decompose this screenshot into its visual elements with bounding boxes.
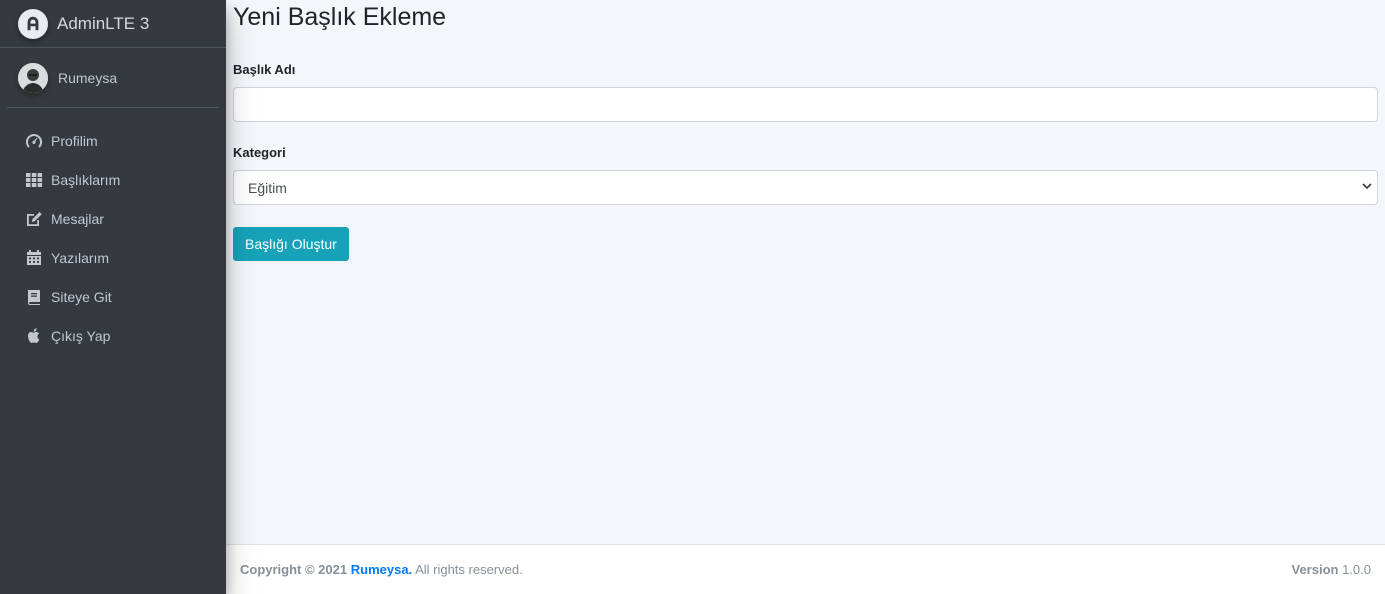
sidebar-item-mesajlar[interactable]: Mesajlar [0, 199, 226, 238]
title-label: Başlık Adı [233, 62, 296, 77]
footer: Copyright © 2021 Rumeysa. All rights res… [226, 544, 1385, 594]
edit-icon [24, 211, 43, 227]
title-form-group: Başlık Adı [233, 62, 1378, 122]
chevron-down-icon [1362, 183, 1372, 190]
grid-icon [24, 172, 43, 188]
create-title-button[interactable]: Başlığı Oluştur [233, 227, 349, 261]
user-name: Rumeysa [58, 69, 118, 86]
sidebar-item-label: Mesajlar [51, 210, 104, 227]
sidebar: AdminLTE 3 Rumeysa Profilim Başlıklarım [0, 0, 226, 594]
tachometer-icon [24, 133, 43, 149]
sidebar-item-cikis-yap[interactable]: Çıkış Yap [0, 316, 226, 355]
copyright-text: Copyright © 2021 [240, 562, 348, 577]
sidebar-item-label: Çıkış Yap [51, 327, 111, 344]
main-content: Yeni Başlık Ekleme Başlık Adı Kategori E… [226, 0, 1385, 544]
adminlte-logo-icon [18, 8, 48, 39]
category-select[interactable]: Eğitim [233, 170, 1378, 205]
version-number: 1.0.0 [1342, 562, 1371, 577]
user-panel[interactable]: Rumeysa [7, 48, 219, 108]
rights-text: All rights reserved. [415, 562, 523, 577]
calendar-icon [24, 249, 43, 266]
sidebar-nav: Profilim Başlıklarım Mesajlar Yazılarım … [0, 121, 226, 355]
book-icon [24, 289, 43, 305]
user-avatar [18, 62, 48, 93]
sidebar-item-label: Başlıklarım [51, 171, 121, 188]
category-select-value-box[interactable]: Eğitim [233, 170, 1378, 205]
version-label: Version [1291, 562, 1339, 577]
brand-name: AdminLTE 3 [57, 13, 150, 33]
sidebar-item-label: Yazılarım [51, 249, 110, 266]
brand-link[interactable]: AdminLTE 3 [0, 0, 226, 48]
sidebar-item-profilim[interactable]: Profilim [0, 121, 226, 160]
sidebar-item-yazilarim[interactable]: Yazılarım [0, 238, 226, 277]
sidebar-item-siteye-git[interactable]: Siteye Git [0, 277, 226, 316]
sidebar-item-basliklarim[interactable]: Başlıklarım [0, 160, 226, 199]
apple-icon [24, 327, 43, 344]
category-label: Kategori [233, 145, 286, 160]
sidebar-item-label: Profilim [51, 132, 98, 149]
owner-link[interactable]: Rumeysa. [351, 562, 412, 577]
sidebar-item-label: Siteye Git [51, 288, 112, 305]
page-title: Yeni Başlık Ekleme [233, 3, 447, 31]
footer-copyright: Copyright © 2021 Rumeysa. All rights res… [240, 562, 523, 577]
category-form-group: Kategori Eğitim [233, 145, 1378, 205]
category-selected-value: Eğitim [248, 179, 287, 196]
footer-version: Version 1.0.0 [1291, 562, 1371, 577]
title-input[interactable] [233, 87, 1378, 122]
